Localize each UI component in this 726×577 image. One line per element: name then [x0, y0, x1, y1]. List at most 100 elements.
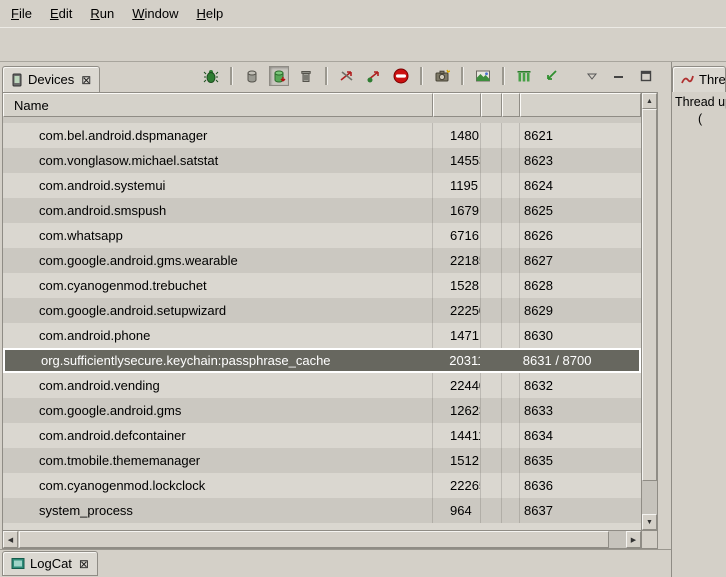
empty-cell [481, 323, 502, 348]
main-toolbar [0, 27, 726, 62]
profiling-arrow-icon[interactable] [541, 66, 561, 86]
devices-panel: Devices ⊠ [2, 62, 658, 549]
dump-hprof-icon[interactable] [269, 66, 289, 86]
empty-cell [502, 373, 520, 398]
table-row[interactable]: com.google.android.gms126238633 [3, 398, 641, 423]
threads-tabbar: Threads [672, 62, 726, 92]
stop-process-icon[interactable] [391, 66, 411, 86]
close-icon[interactable]: ⊠ [77, 557, 89, 571]
table-row[interactable]: org.sufficientlysecure.keychain:passphra… [3, 348, 641, 373]
process-port: 8633 [520, 398, 641, 423]
process-pid: 1512 [433, 448, 481, 473]
empty-cell [502, 298, 520, 323]
menu-edit[interactable]: Edit [41, 2, 81, 25]
empty-cell [502, 498, 520, 523]
table-row[interactable]: com.whatsapp67168626 [3, 223, 641, 248]
table-row[interactable]: com.tmobile.thememanager15128635 [3, 448, 641, 473]
table-row[interactable]: com.android.defcontainer144118634 [3, 423, 641, 448]
threads-message-line2: ( [672, 111, 726, 128]
update-threads-icon[interactable] [337, 66, 357, 86]
method-profiling-icon[interactable] [364, 66, 384, 86]
update-heap-icon[interactable] [242, 66, 262, 86]
empty-cell [481, 498, 502, 523]
view-menu-icon[interactable] [582, 66, 602, 86]
table-row[interactable]: system_process9648637 [3, 498, 641, 523]
table-row[interactable]: com.bel.android.dspmanager14808621 [3, 123, 641, 148]
process-pid: 1679 [433, 198, 481, 223]
scroll-left-arrow[interactable]: ◀ [3, 531, 18, 548]
process-name: com.tmobile.thememanager [3, 448, 433, 473]
empty-cell [481, 173, 502, 198]
menu-help[interactable]: Help [187, 2, 232, 25]
maximize-icon[interactable] [636, 66, 656, 86]
horizontal-scrollbar-thumb[interactable] [19, 531, 609, 548]
debug-icon[interactable] [201, 66, 221, 86]
tab-logcat[interactable]: LogCat ⊠ [2, 551, 98, 576]
process-pid: 14553 [433, 148, 481, 173]
column-header-name[interactable]: Name [3, 93, 433, 117]
process-pid: 1528 [433, 273, 481, 298]
cause-gc-icon[interactable] [296, 66, 316, 86]
process-name: com.android.vending [3, 373, 433, 398]
table-row[interactable]: com.android.phone14718630 [3, 323, 641, 348]
tab-devices[interactable]: Devices ⊠ [2, 66, 100, 92]
logcat-panel: LogCat ⊠ [0, 549, 671, 577]
tab-threads[interactable]: Threads [672, 66, 726, 92]
screen-capture-icon[interactable] [432, 66, 452, 86]
empty-cell [481, 398, 502, 423]
empty-cell [481, 123, 502, 148]
column-header-port[interactable] [520, 93, 641, 117]
empty-cell [502, 448, 520, 473]
process-name: com.android.phone [3, 323, 433, 348]
device-tab-icon [11, 73, 23, 87]
empty-cell [501, 350, 519, 371]
process-port: 8621 [520, 123, 641, 148]
process-name: com.android.smspush [3, 198, 433, 223]
heap-columns-icon[interactable] [514, 66, 534, 86]
process-port: 8631 / 8700 [519, 350, 639, 371]
table-row[interactable]: com.vonglasow.michael.satstat145538623 [3, 148, 641, 173]
table-row[interactable]: com.google.android.gms.wearable221858627 [3, 248, 641, 273]
column-header-pid[interactable] [433, 93, 481, 117]
threads-message-line1: Thread up [672, 94, 726, 111]
table-row[interactable]: com.google.android.setupwizard222508629 [3, 298, 641, 323]
empty-cell [481, 223, 502, 248]
table-row[interactable]: com.android.systemui11958624 [3, 173, 641, 198]
scroll-down-arrow[interactable]: ▼ [642, 514, 657, 530]
vertical-scrollbar[interactable]: ▲ ▼ [641, 93, 657, 530]
panel-sash[interactable] [658, 62, 671, 549]
menu-window[interactable]: Window [123, 2, 187, 25]
scroll-right-arrow[interactable]: ▶ [626, 531, 641, 548]
process-name: com.google.android.gms [3, 398, 433, 423]
process-name: com.android.systemui [3, 173, 433, 198]
minimize-icon[interactable] [609, 66, 629, 86]
process-pid: 1480 [433, 123, 481, 148]
menu-file[interactable]: File [2, 2, 41, 25]
close-icon[interactable]: ⊠ [79, 73, 91, 87]
process-pid: 14411 [433, 423, 481, 448]
menu-run[interactable]: Run [81, 2, 123, 25]
empty-cell [481, 248, 502, 273]
process-name: system_process [3, 498, 433, 523]
column-header[interactable] [502, 93, 520, 117]
vertical-scrollbar-thumb[interactable] [642, 109, 657, 481]
empty-cell [481, 373, 502, 398]
column-header[interactable] [481, 93, 502, 117]
horizontal-scrollbar[interactable]: ◀ ▶ [3, 530, 641, 548]
table-row[interactable]: com.android.smspush16798625 [3, 198, 641, 223]
empty-cell [502, 198, 520, 223]
empty-cell [502, 223, 520, 248]
process-port: 8634 [520, 423, 641, 448]
process-name: com.google.android.setupwizard [3, 298, 433, 323]
screen-record-icon[interactable] [473, 66, 493, 86]
process-name: com.cyanogenmod.lockclock [3, 473, 433, 498]
device-table-body: com.bel.android.dspmanager14808621com.vo… [3, 117, 641, 530]
table-row[interactable]: com.cyanogenmod.lockclock222658636 [3, 473, 641, 498]
scroll-up-arrow[interactable]: ▲ [642, 93, 657, 109]
table-row[interactable]: com.cyanogenmod.trebuchet15288628 [3, 273, 641, 298]
process-name: org.sufficientlysecure.keychain:passphra… [5, 350, 432, 371]
tab-threads-label: Threads [699, 72, 726, 87]
threads-panel: Threads Thread up ( [671, 62, 726, 577]
threads-tab-icon [681, 73, 694, 86]
table-row[interactable]: com.android.vending224408632 [3, 373, 641, 398]
